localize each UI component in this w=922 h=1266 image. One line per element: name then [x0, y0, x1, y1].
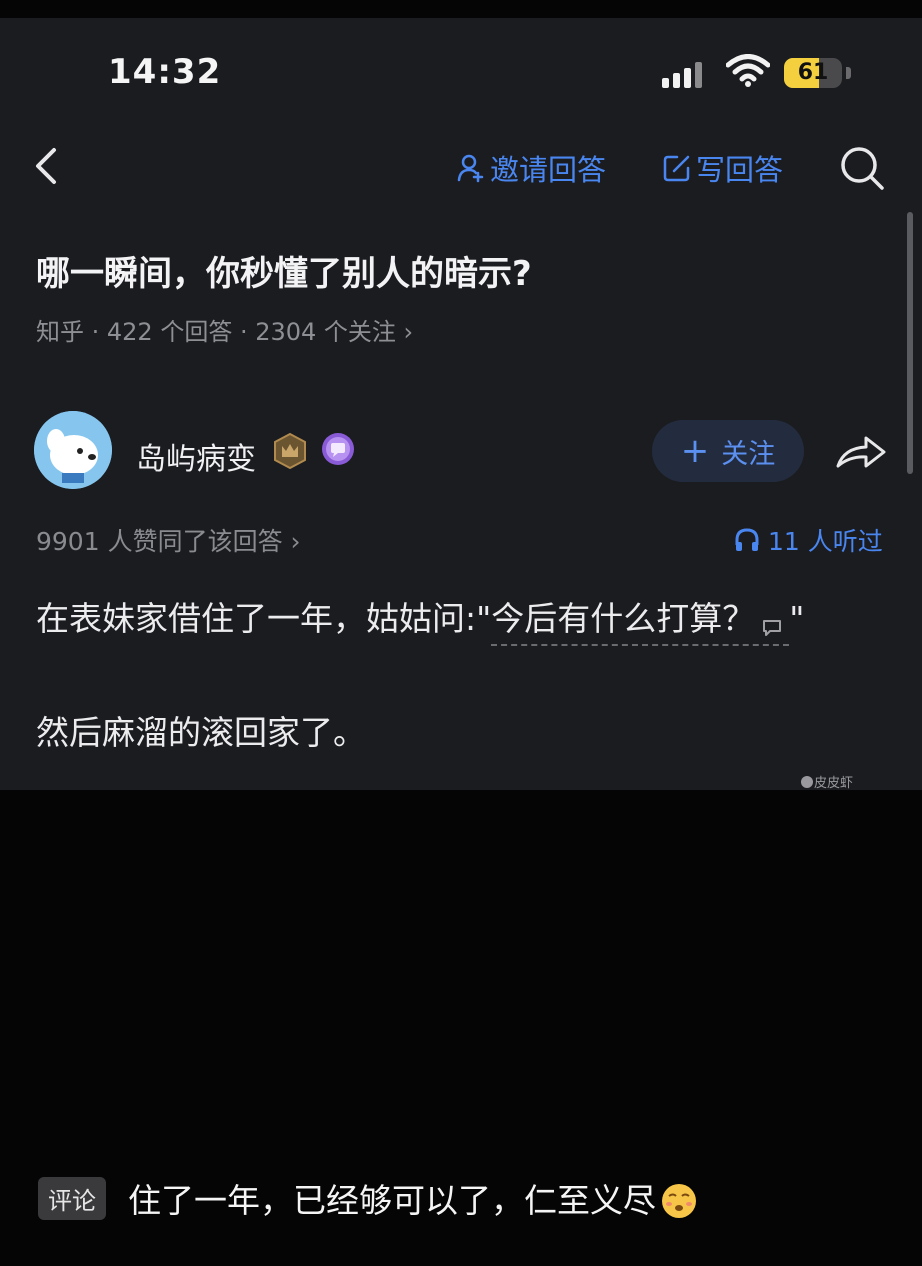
wifi-icon [726, 54, 770, 87]
battery-cap [846, 67, 851, 79]
zhihu-screen: 14:32 61 邀请回答 写回答 哪一瞬间，你秒懂了别人的暗示? 知乎 · 4… [0, 18, 922, 790]
answer-highlight[interactable]: 今后有什么打算？ [491, 599, 790, 646]
status-time: 14:32 [108, 52, 222, 92]
author-name[interactable]: 岛屿病变 [136, 434, 256, 478]
share-icon[interactable] [834, 430, 888, 474]
caption-text-value: 住了一年，已经够可以了，仁至义尽 [128, 1181, 656, 1220]
battery-indicator: 61 [784, 58, 842, 88]
headphones-icon [735, 528, 759, 551]
invite-answer-button[interactable]: 邀请回答 [456, 148, 606, 188]
listen-label: 11 人听过 [768, 527, 883, 556]
write-answer-label: 写回答 [696, 153, 784, 187]
comment-icon [763, 620, 782, 636]
question-title[interactable]: 哪一瞬间，你秒懂了别人的暗示? [36, 246, 532, 295]
question-meta[interactable]: 知乎 · 422 个回答 · 2304 个关注 › [36, 312, 413, 347]
watermark-logo [801, 775, 813, 788]
write-answer-button[interactable]: 写回答 [662, 148, 783, 188]
emoji-icon [662, 1184, 696, 1218]
caption-tag: 评论 [38, 1176, 106, 1220]
follow-label: 关注 [721, 438, 776, 470]
listen-count[interactable]: 11 人听过 [734, 522, 883, 558]
approve-count[interactable]: 9901 人赞同了该回答 › [36, 522, 301, 558]
scrollbar[interactable] [907, 212, 913, 474]
answer-quote: 今后有什么打算？ [491, 599, 756, 638]
answer-line-1-prefix: 在表妹家借住了一年，姑姑问:" [36, 599, 492, 638]
comment-caption: 评论 住了一年，已经够可以了，仁至义尽 [38, 1174, 698, 1222]
follow-button[interactable]: + 关注 [652, 420, 804, 482]
caption-text: 住了一年，已经够可以了，仁至义尽 [128, 1174, 698, 1222]
plus-icon: + [680, 431, 710, 471]
avatar-image [34, 411, 112, 489]
edit-icon [663, 155, 690, 182]
crown-badge-icon[interactable] [272, 432, 308, 470]
signal-icon [662, 60, 710, 88]
speech-badge-icon[interactable] [321, 432, 355, 466]
avatar[interactable] [34, 411, 112, 489]
answer-line-1-suffix: " [789, 599, 805, 638]
answer-line-2: 然后麻溜的滚回家了。 [36, 713, 366, 752]
watermark-text: 皮皮虾 [814, 776, 854, 790]
watermark: 皮皮虾 [800, 772, 853, 790]
answer-line-1: 在表妹家借住了一年，姑姑问:"今后有什么打算？ " [36, 592, 805, 646]
search-icon[interactable] [838, 144, 886, 192]
invite-answer-label: 邀请回答 [490, 153, 607, 187]
invite-user-icon [457, 154, 484, 183]
back-icon[interactable] [28, 144, 68, 188]
battery-level: 61 [797, 60, 829, 85]
